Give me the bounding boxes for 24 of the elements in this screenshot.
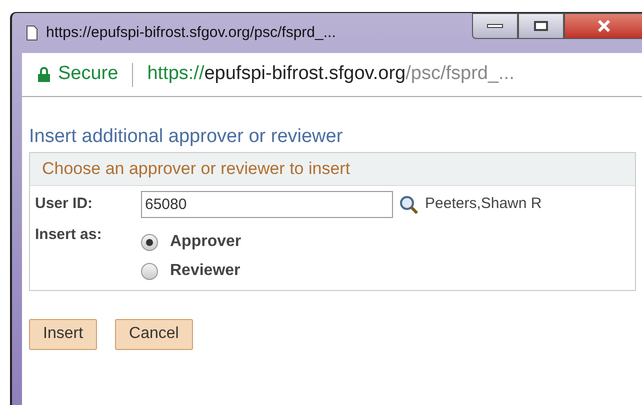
maximize-button[interactable]	[518, 13, 564, 39]
field-label: User ID:	[35, 194, 94, 214]
close-icon	[597, 20, 611, 32]
field-label: Insert as:	[35, 224, 103, 244]
maximize-icon	[534, 21, 548, 31]
radio-label: Reviewer	[170, 261, 240, 281]
lock-icon	[38, 67, 50, 82]
page-heading: Insert additional approver or reviewer	[29, 125, 344, 149]
minimize-icon	[487, 24, 503, 28]
action-button[interactable]: Cancel	[115, 318, 193, 350]
page-icon	[26, 25, 38, 42]
minimize-button[interactable]	[472, 13, 518, 39]
section-title: Choose an approver or reviewer to insert	[30, 153, 635, 186]
action-button[interactable]: Insert	[29, 318, 98, 350]
radio-label: Approver	[170, 232, 242, 252]
search-icon[interactable]	[399, 194, 419, 214]
radio-button[interactable]	[141, 234, 158, 250]
url-text[interactable]: https://epufspi-bifrost.sfgov.org/psc/fsprd_...	[147, 60, 514, 89]
radio-button[interactable]	[141, 262, 158, 280]
user-name: Peeters,Shawn R	[425, 194, 542, 214]
window-title: https://epufspi-bifrost.sfgov.org/psc/fsprd_...	[46, 23, 336, 43]
security-label: Secure	[58, 62, 118, 86]
close-button[interactable]	[564, 13, 642, 39]
user-id-field[interactable]: 65080	[141, 191, 393, 218]
